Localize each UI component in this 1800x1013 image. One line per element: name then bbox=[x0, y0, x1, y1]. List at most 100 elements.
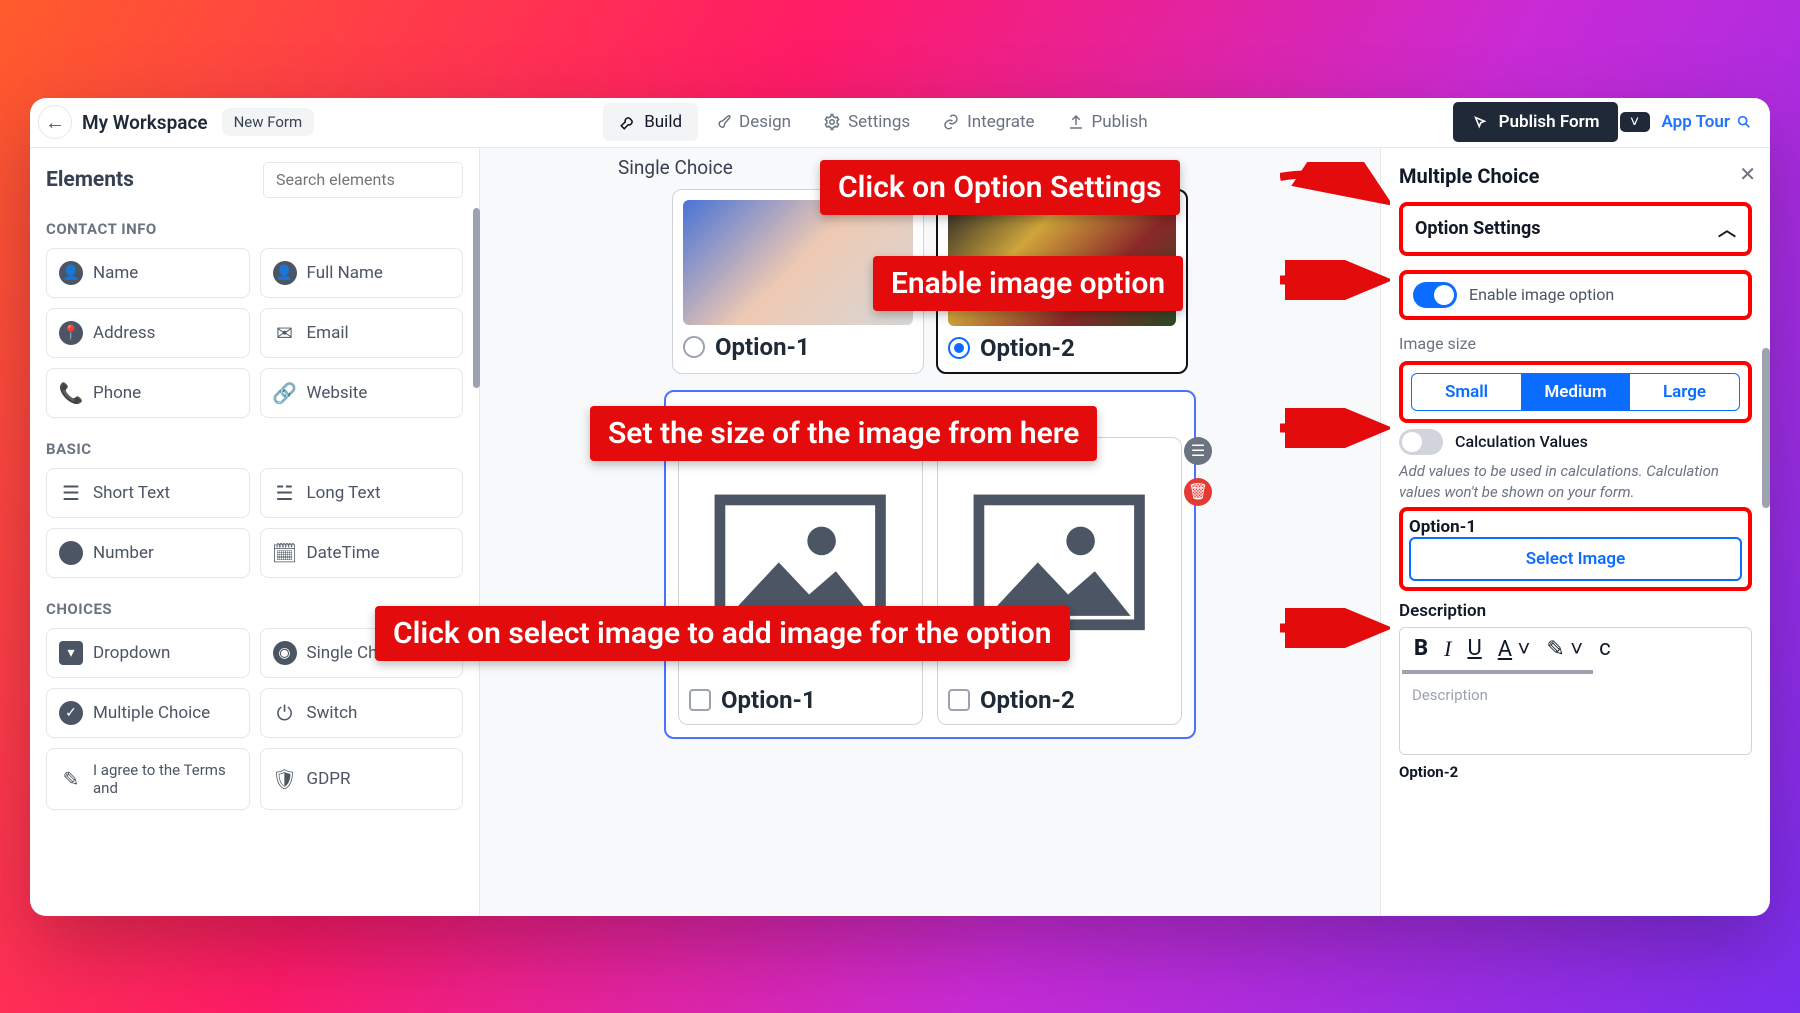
person-icon: 👤 bbox=[59, 261, 83, 285]
dropdown-icon: ▾ bbox=[59, 641, 83, 665]
check-icon: ✓ bbox=[59, 701, 83, 725]
element-agree[interactable]: ✎I agree to the Terms and bbox=[46, 748, 250, 810]
workspace-title: My Workspace bbox=[82, 111, 208, 134]
back-button[interactable]: ← bbox=[38, 105, 72, 139]
search-elements-input[interactable] bbox=[263, 162, 463, 198]
calendar-icon: 🗓 bbox=[273, 541, 297, 565]
left-scrollbar[interactable] bbox=[473, 208, 480, 388]
upload-icon bbox=[1067, 113, 1085, 131]
element-phone[interactable]: 📞Phone bbox=[46, 368, 250, 418]
toggle-on-icon bbox=[1413, 282, 1457, 308]
wrench-icon bbox=[619, 113, 637, 131]
image-size-segmented: Small Medium Large bbox=[1399, 361, 1752, 423]
underline-button[interactable]: U bbox=[1467, 636, 1481, 661]
multi-option-1[interactable]: Option-1 bbox=[678, 437, 923, 725]
link-button[interactable]: c bbox=[1599, 636, 1611, 661]
field-menu-button[interactable]: ☰ bbox=[1184, 437, 1212, 465]
element-datetime[interactable]: 🗓DateTime bbox=[260, 528, 464, 578]
select-image-section: Option-1 Select Image bbox=[1399, 507, 1752, 591]
arrow-icon bbox=[1280, 408, 1390, 448]
brush-icon bbox=[714, 113, 732, 131]
element-email[interactable]: ✉Email bbox=[260, 308, 464, 358]
tab-publish[interactable]: Publish bbox=[1051, 103, 1164, 141]
select-image-button[interactable]: Select Image bbox=[1409, 537, 1742, 581]
properties-panel: ✕ Multiple Choice Option Settings ︿ Enab… bbox=[1380, 148, 1770, 916]
multi-option-2[interactable]: Option-2 bbox=[937, 437, 1182, 725]
element-name[interactable]: 👤Name bbox=[46, 248, 250, 298]
size-large[interactable]: Large bbox=[1630, 374, 1739, 410]
gear-icon bbox=[823, 113, 841, 131]
description-editor[interactable]: B I U A ˅ ✎ ˅ c Description bbox=[1399, 627, 1752, 755]
element-short-text[interactable]: ☰Short Text bbox=[46, 468, 250, 518]
element-number[interactable]: Number bbox=[46, 528, 250, 578]
arrow-icon bbox=[1280, 162, 1390, 212]
image-size-label: Image size bbox=[1399, 334, 1752, 353]
section-contact: CONTACT INFO bbox=[46, 220, 463, 238]
element-dropdown[interactable]: ▾Dropdown bbox=[46, 628, 250, 678]
radio-icon: ◉ bbox=[273, 641, 297, 665]
form-name-chip[interactable]: New Form bbox=[222, 108, 315, 136]
app-tour-link[interactable]: App Tour bbox=[1662, 112, 1752, 132]
element-full-name[interactable]: 👤Full Name bbox=[260, 248, 464, 298]
checkbox-icon[interactable] bbox=[689, 689, 711, 711]
right-scrollbar[interactable] bbox=[1762, 348, 1770, 508]
option2-label: Option-2 bbox=[1399, 763, 1752, 781]
mail-icon: ✉ bbox=[273, 321, 297, 345]
list-icon: ☱ bbox=[273, 481, 297, 505]
person-icon: 👤 bbox=[273, 261, 297, 285]
radio-icon[interactable] bbox=[948, 337, 970, 359]
link-icon bbox=[942, 113, 960, 131]
panel-title: Multiple Choice bbox=[1399, 164, 1752, 188]
elements-panel: Elements CONTACT INFO 👤Name 👤Full Name 📍… bbox=[30, 148, 480, 916]
element-address[interactable]: 📍Address bbox=[46, 308, 250, 358]
size-medium[interactable]: Medium bbox=[1521, 374, 1630, 410]
radio-icon[interactable] bbox=[683, 336, 705, 358]
element-switch[interactable]: ⏻Switch bbox=[260, 688, 464, 738]
tab-integrate[interactable]: Integrate bbox=[926, 103, 1050, 141]
checkbox-icon[interactable] bbox=[948, 689, 970, 711]
enable-image-option-toggle[interactable]: Enable image option bbox=[1399, 270, 1752, 320]
description-textarea[interactable]: Description bbox=[1400, 674, 1751, 754]
lines-icon: ☰ bbox=[59, 481, 83, 505]
phone-icon: 📞 bbox=[59, 381, 83, 405]
field-delete-button[interactable]: 🗑 bbox=[1184, 478, 1212, 506]
callout-option-settings: Click on Option Settings bbox=[820, 160, 1180, 215]
callout-set-size: Set the size of the image from here bbox=[590, 406, 1097, 461]
arrow-icon bbox=[1280, 608, 1390, 648]
pin-icon: 📍 bbox=[59, 321, 83, 345]
arrow-icon bbox=[1280, 260, 1390, 300]
tab-build[interactable]: Build bbox=[603, 103, 698, 141]
link-icon: 🔗 bbox=[273, 381, 297, 405]
element-long-text[interactable]: ☱Long Text bbox=[260, 468, 464, 518]
callout-select-image: Click on select image to add image for t… bbox=[375, 606, 1070, 661]
tab-design[interactable]: Design bbox=[698, 103, 807, 141]
calculation-values-label: Calculation Values bbox=[1455, 432, 1588, 451]
highlight-button[interactable]: ✎ ˅ bbox=[1546, 636, 1583, 662]
single-choice-label: Single Choice bbox=[618, 156, 733, 179]
tab-settings[interactable]: Settings bbox=[807, 103, 926, 141]
publish-dropdown[interactable]: ˅ bbox=[1620, 112, 1650, 132]
calculation-values-toggle[interactable] bbox=[1399, 429, 1443, 455]
calculation-hint: Add values to be used in calculations. C… bbox=[1399, 461, 1752, 503]
italic-button[interactable]: I bbox=[1444, 636, 1451, 662]
element-gdpr[interactable]: 🛡GDPR bbox=[260, 748, 464, 810]
element-website[interactable]: 🔗Website bbox=[260, 368, 464, 418]
option1-label: Option-1 bbox=[1409, 517, 1742, 537]
chevron-up-icon: ︿ bbox=[1718, 216, 1736, 242]
search-icon bbox=[1736, 114, 1752, 130]
dot-icon bbox=[59, 541, 83, 565]
callout-enable-image: Enable image option bbox=[873, 256, 1183, 311]
bold-button[interactable]: B bbox=[1414, 636, 1428, 661]
publish-form-button[interactable]: Publish Form bbox=[1453, 102, 1618, 142]
close-panel-button[interactable]: ✕ bbox=[1739, 162, 1756, 186]
option-settings-accordion[interactable]: Option Settings ︿ bbox=[1399, 202, 1752, 256]
agree-icon: ✎ bbox=[59, 767, 83, 791]
description-label: Description bbox=[1399, 601, 1752, 621]
element-multiple-choice[interactable]: ✓Multiple Choice bbox=[46, 688, 250, 738]
text-color-button[interactable]: A ˅ bbox=[1498, 636, 1531, 662]
pointer-icon bbox=[1471, 113, 1489, 131]
elements-title: Elements bbox=[46, 168, 134, 192]
size-small[interactable]: Small bbox=[1412, 374, 1521, 410]
toggle-icon: ⏻ bbox=[273, 701, 297, 725]
shield-icon: 🛡 bbox=[273, 767, 297, 791]
